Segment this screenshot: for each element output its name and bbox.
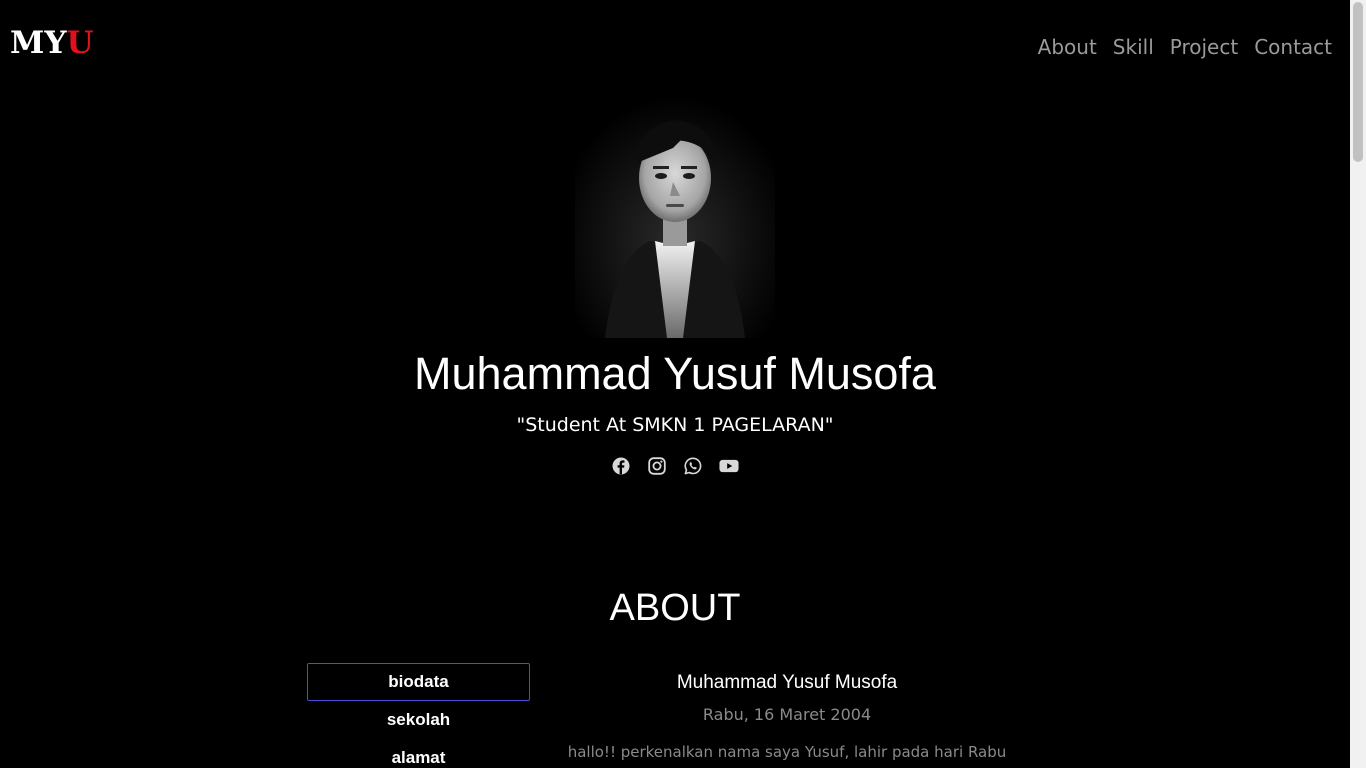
tab-biodata[interactable]: biodata <box>307 663 530 701</box>
hero-name: Muhammad Yusuf Musofa <box>414 348 936 399</box>
nav-link-contact[interactable]: Contact <box>1246 33 1332 61</box>
tab-alamat[interactable]: alamat <box>307 739 530 768</box>
nav-link-about[interactable]: About <box>1030 33 1105 61</box>
instagram-link[interactable] <box>647 455 667 477</box>
about-section-title: ABOUT <box>609 587 741 629</box>
brand-accent: U <box>66 25 94 61</box>
bio-name: Muhammad Yusuf Musofa <box>676 672 898 693</box>
tab-sekolah[interactable]: sekolah <box>307 701 530 739</box>
facebook-link[interactable] <box>611 455 631 477</box>
scrollbar-thumb[interactable] <box>1353 2 1363 162</box>
page-scrollbar[interactable] <box>1350 0 1366 768</box>
bio-date: Rabu, 16 Maret 2004 <box>702 705 872 724</box>
nav-link-project[interactable]: Project <box>1162 33 1246 61</box>
nav-link-skill[interactable]: Skill <box>1105 33 1162 61</box>
page: MYU About Skill Project Contact Muhammad… <box>0 0 1350 768</box>
profile-photo-illustration <box>575 96 775 338</box>
brand-primary: MY <box>10 25 67 61</box>
youtube-icon <box>719 459 739 473</box>
about-tabs: biodata sekolah alamat <box>307 663 530 768</box>
social-links <box>0 455 1350 477</box>
instagram-icon <box>648 457 666 475</box>
whatsapp-icon <box>684 457 702 475</box>
youtube-link[interactable] <box>719 455 739 477</box>
brand-logo[interactable]: MYU <box>10 24 94 62</box>
hero-tagline: "Student At SMKN 1 PAGELARAN" <box>516 414 834 436</box>
facebook-icon <box>612 457 630 475</box>
profile-photo <box>575 96 775 338</box>
bio-panel: Muhammad Yusuf Musofa Rabu, 16 Maret 200… <box>560 670 1014 764</box>
navbar: MYU About Skill Project Contact <box>0 0 1350 90</box>
nav-links: About Skill Project Contact <box>1030 33 1332 61</box>
bio-text: hallo!! perkenalkan nama saya Yusuf, lah… <box>567 743 1007 761</box>
whatsapp-link[interactable] <box>683 455 703 477</box>
